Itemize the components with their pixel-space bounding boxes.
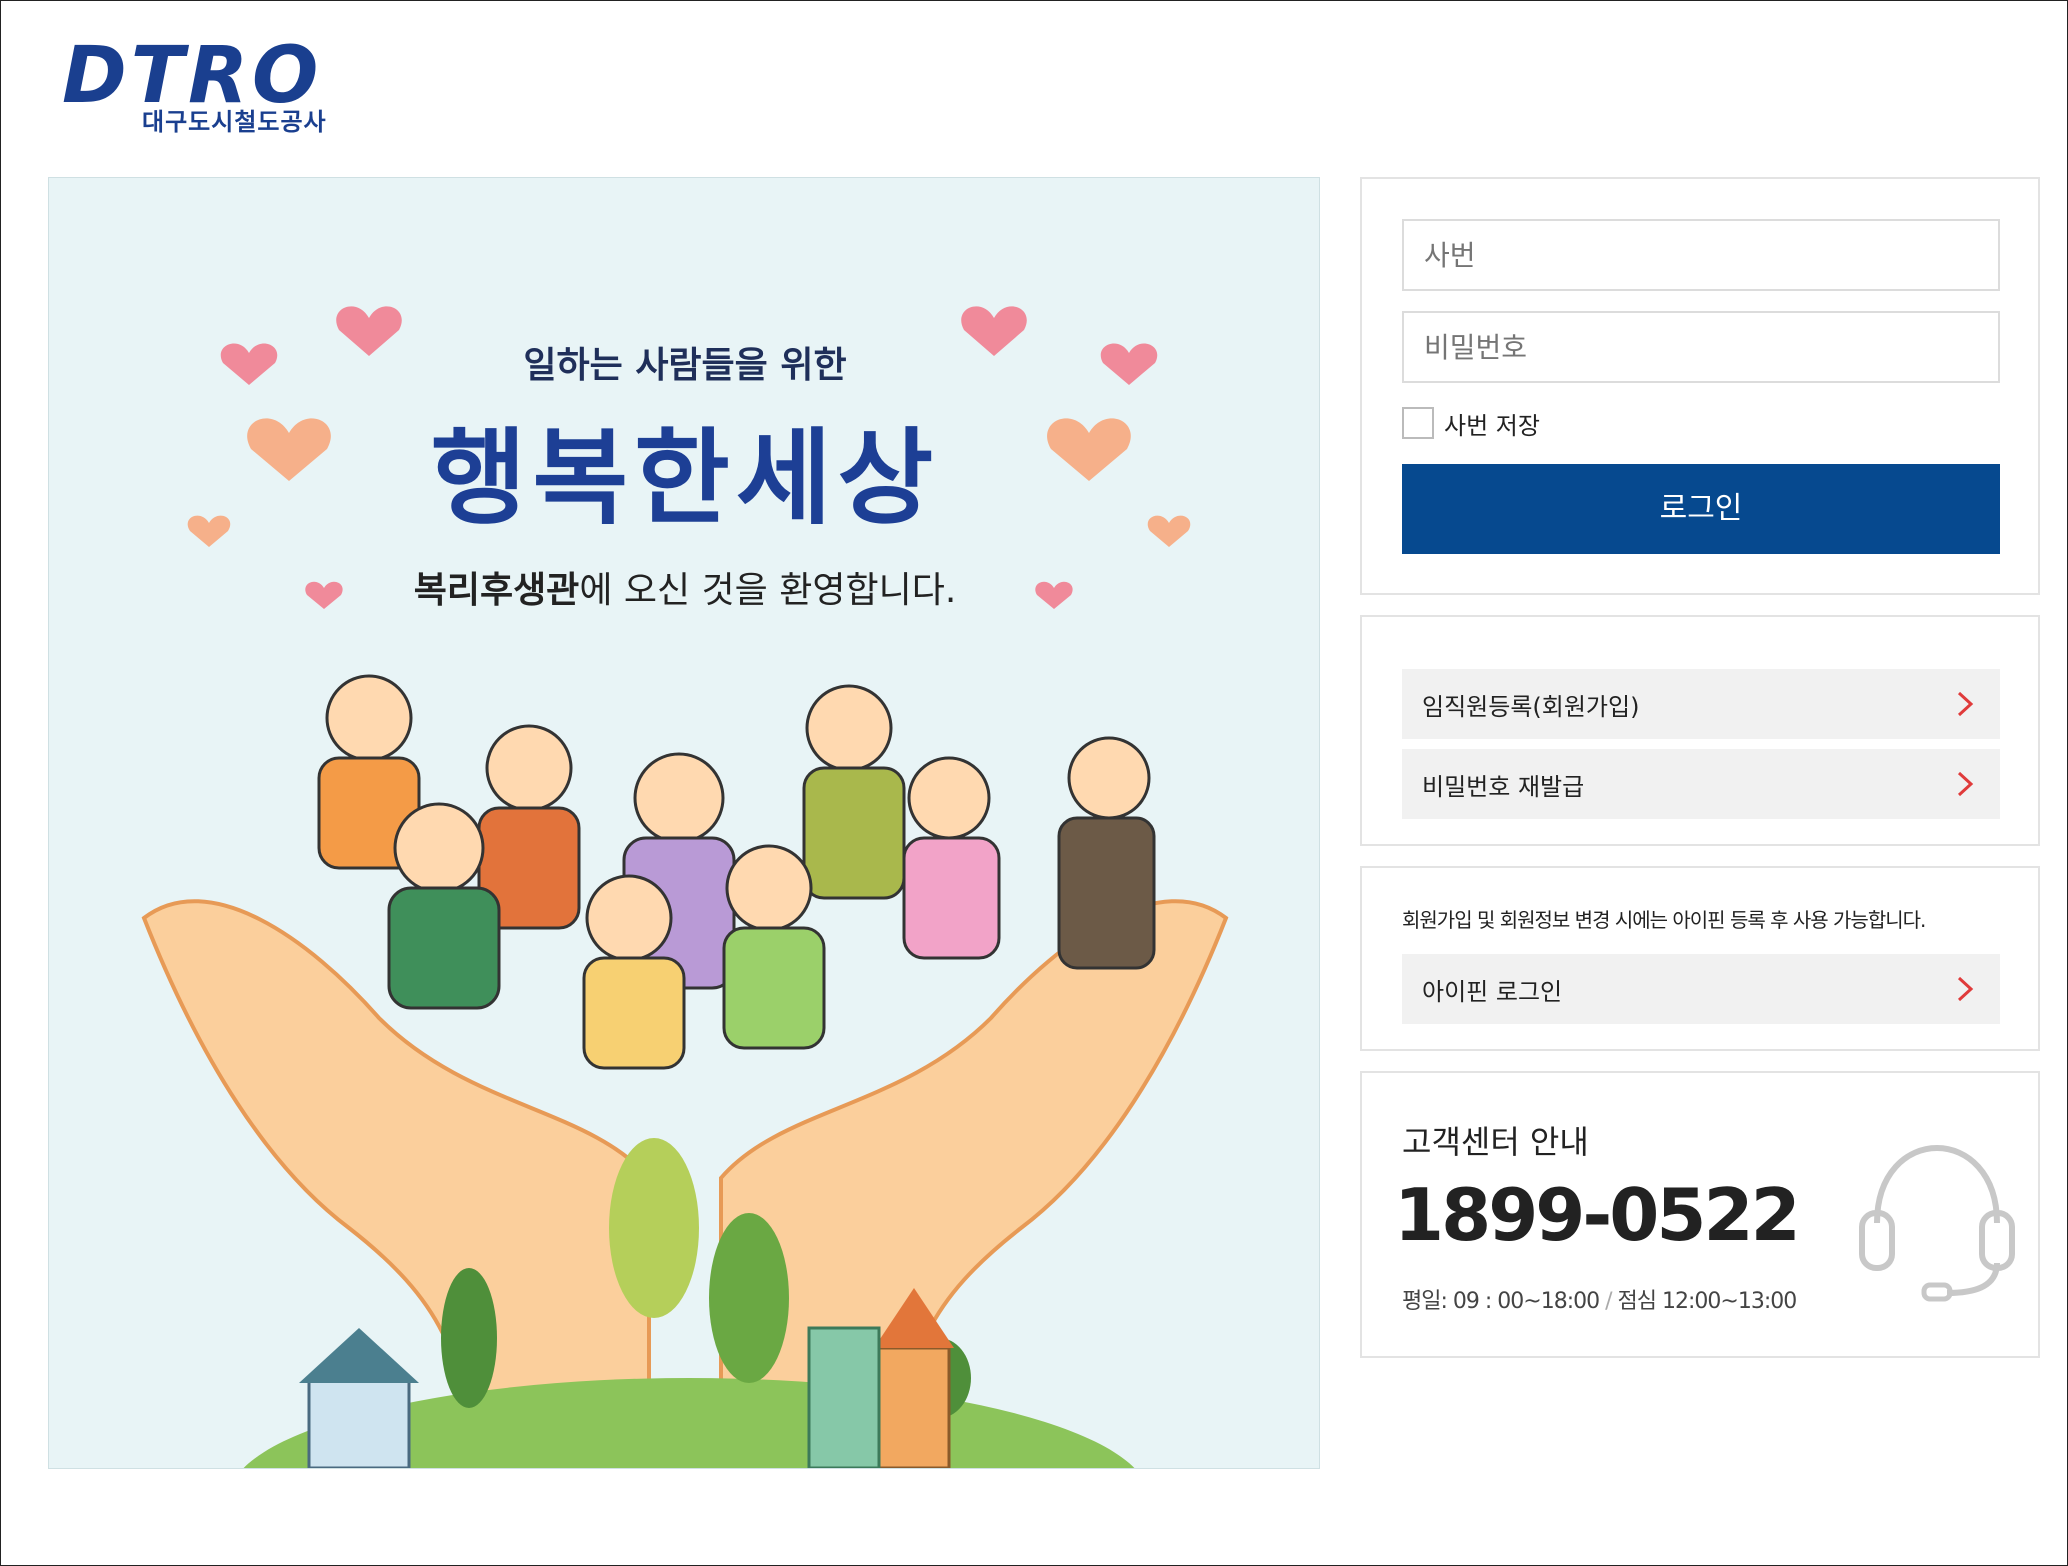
hours-lunch: 점심 12:00~13:00 bbox=[1617, 1289, 1798, 1314]
hero-welcome-rest: 에 오신 것을 환영합니다. bbox=[579, 570, 957, 611]
ipin-login-button[interactable]: 아이핀 로그인 bbox=[1402, 954, 2000, 1024]
remember-id-checkbox[interactable] bbox=[1402, 407, 1434, 439]
hero-welcome-bold: 복리후생관 bbox=[413, 570, 580, 611]
employee-id-input[interactable] bbox=[1402, 219, 2000, 291]
remember-id-row[interactable]: 사번 저장 bbox=[1402, 405, 1540, 441]
headset-icon bbox=[1859, 1144, 2015, 1302]
ipin-panel: 회원가입 및 회원정보 변경 시에는 아이핀 등록 후 사용 가능합니다. 아이… bbox=[1360, 866, 2040, 1051]
remember-id-label: 사번 저장 bbox=[1444, 411, 1540, 440]
chevron-right-icon bbox=[1957, 976, 1974, 1002]
register-link[interactable]: 임직원등록(회원가입) bbox=[1402, 669, 2000, 739]
ipin-note: 회원가입 및 회원정보 변경 시에는 아이핀 등록 후 사용 가능합니다. bbox=[1402, 908, 1926, 932]
hero-welcome: 복리후생관에 오신 것을 환영합니다. bbox=[49, 561, 1319, 613]
hero-subtitle: 일하는 사람들을 위한 bbox=[523, 345, 847, 386]
hero-title: 행복한세상 bbox=[430, 416, 940, 539]
customer-center-phone: 1899-0522 bbox=[1394, 1173, 1801, 1257]
customer-center-hours: 평일: 09 : 00~18:00 / 점심 12:00~13:00 bbox=[1402, 1283, 1798, 1315]
reset-password-link[interactable]: 비밀번호 재발급 bbox=[1402, 749, 2000, 819]
dtro-logo[interactable]: DTRO 대구도시철도공사 bbox=[62, 34, 342, 136]
register-link-label: 임직원등록(회원가입) bbox=[1422, 692, 1640, 721]
reset-password-link-label: 비밀번호 재발급 bbox=[1422, 772, 1585, 801]
logo-subtitle: 대구도시철도공사 bbox=[142, 108, 327, 136]
customer-center-title: 고객센터 안내 bbox=[1402, 1123, 1589, 1161]
chevron-right-icon bbox=[1957, 771, 1974, 797]
hero-illustration: 일하는 사람들을 위한 행복한세상 복리후생관에 오신 것을 환영합니다. bbox=[48, 177, 1320, 1469]
customer-center-panel: 고객센터 안내 1899-0522 평일: 09 : 00~18:00 / 점심… bbox=[1360, 1071, 2040, 1358]
hours-weekday: 평일: 09 : 00~18:00 bbox=[1402, 1289, 1600, 1314]
hours-separator: / bbox=[1605, 1289, 1612, 1314]
login-button[interactable]: 로그인 bbox=[1402, 464, 2000, 554]
login-panel: 사번 저장 로그인 bbox=[1360, 177, 2040, 595]
account-links-panel: 임직원등록(회원가입) 비밀번호 재발급 bbox=[1360, 615, 2040, 846]
ipin-login-label: 아이핀 로그인 bbox=[1422, 977, 1563, 1006]
password-input[interactable] bbox=[1402, 311, 2000, 383]
chevron-right-icon bbox=[1957, 691, 1974, 717]
